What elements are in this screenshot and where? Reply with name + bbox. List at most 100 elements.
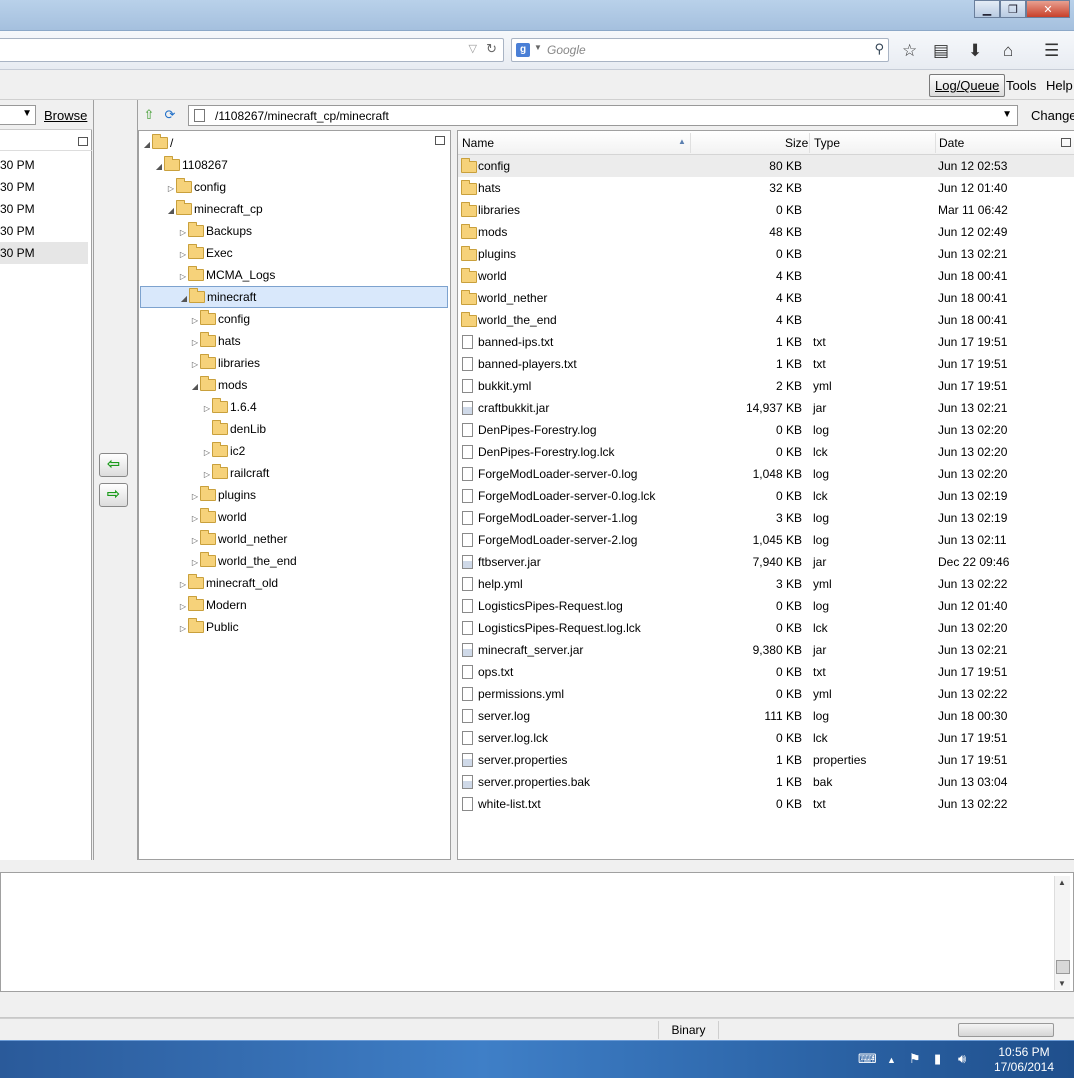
tree-item[interactable]: ▷ 1.6.4 xyxy=(202,396,257,418)
change-button[interactable]: Change xyxy=(1031,108,1074,123)
table-row[interactable]: minecraft_server.jar 9,380 KB jar Jun 13 02… xyxy=(458,639,1074,661)
expanded-arrow-icon[interactable]: ◢ xyxy=(166,200,176,222)
table-row[interactable]: hats 32 KB Jun 12 01:40 xyxy=(458,177,1074,199)
table-row[interactable]: permissions.yml 0 KB yml Jun 13 02:22 xyxy=(458,683,1074,705)
table-row[interactable]: server.log 111 KB log Jun 18 00:30 xyxy=(458,705,1074,727)
tree-item[interactable]: denLib xyxy=(202,418,266,440)
collapsed-arrow-icon[interactable]: ▷ xyxy=(190,354,200,376)
column-type[interactable]: Type xyxy=(814,136,840,150)
close-button[interactable]: ✕ xyxy=(1026,0,1070,18)
table-row[interactable]: help.yml 3 KB yml Jun 13 02:22 xyxy=(458,573,1074,595)
column-date[interactable]: Date xyxy=(939,136,964,150)
tree-item[interactable]: ▷ libraries xyxy=(190,352,260,374)
tree-item[interactable]: ▷ config xyxy=(190,308,250,330)
list-item[interactable]: 30 PM xyxy=(0,220,88,242)
column-menu-icon[interactable] xyxy=(435,136,445,145)
tree-item[interactable]: ▷ world_the_end xyxy=(190,550,297,572)
bookmarks-list-icon[interactable]: ▤ xyxy=(933,41,949,61)
column-name[interactable]: Name xyxy=(462,136,494,150)
reload-icon[interactable]: ↻ xyxy=(486,41,497,57)
chevron-down-icon[interactable]: ▼ xyxy=(534,43,542,52)
queue-splitter[interactable] xyxy=(0,860,1074,872)
expanded-arrow-icon[interactable]: ◢ xyxy=(190,376,200,398)
scrollbar-thumb[interactable] xyxy=(1056,960,1070,974)
table-row[interactable]: config 80 KB Jun 12 02:53 xyxy=(458,155,1074,177)
collapsed-arrow-icon[interactable]: ▷ xyxy=(190,332,200,354)
menu-tools[interactable]: Tools xyxy=(1006,78,1036,93)
collapsed-arrow-icon[interactable]: ▷ xyxy=(178,574,188,596)
table-row[interactable]: mods 48 KB Jun 12 02:49 xyxy=(458,221,1074,243)
tree-item[interactable]: ▷ MCMA_Logs xyxy=(178,264,275,286)
maximize-button[interactable]: ❐ xyxy=(1000,0,1026,18)
address-bar[interactable]: ▽ ↻ xyxy=(0,38,504,62)
list-item[interactable]: 30 PM xyxy=(0,242,88,264)
tree-item[interactable]: ▷ Backups xyxy=(178,220,252,242)
tree-item[interactable]: ◢ 1108267 xyxy=(154,154,228,176)
table-row[interactable]: libraries 0 KB Mar 11 06:42 xyxy=(458,199,1074,221)
browse-button[interactable]: Browse xyxy=(44,108,87,123)
tree-item[interactable]: ◢ minecraft_cp xyxy=(166,198,263,220)
bookmark-star-icon[interactable]: ☆ xyxy=(902,41,917,61)
table-row[interactable]: server.properties 1 KB properties Jun 17 19… xyxy=(458,749,1074,771)
search-bar[interactable]: g ▼ Google ⚲ xyxy=(511,38,889,62)
collapsed-arrow-icon[interactable]: ▷ xyxy=(178,596,188,618)
network-icon[interactable]: ▮ xyxy=(934,1051,941,1067)
table-row[interactable]: plugins 0 KB Jun 13 02:21 xyxy=(458,243,1074,265)
table-row[interactable]: DenPipes-Forestry.log 0 KB log Jun 13 02:20 xyxy=(458,419,1074,441)
collapsed-arrow-icon[interactable]: ▷ xyxy=(166,178,176,200)
table-row[interactable]: white-list.txt 0 KB txt Jun 13 02:22 xyxy=(458,793,1074,815)
keyboard-icon[interactable]: ⌨ xyxy=(858,1051,877,1067)
table-row[interactable]: server.properties.bak 1 KB bak Jun 13 03:04 xyxy=(458,771,1074,793)
collapsed-arrow-icon[interactable]: ▷ xyxy=(202,442,212,464)
tree-item[interactable]: ◢ mods xyxy=(190,374,247,396)
list-item[interactable]: 30 PM xyxy=(0,198,88,220)
table-row[interactable]: LogisticsPipes-Request.log.lck 0 KB lck Jun… xyxy=(458,617,1074,639)
table-row[interactable]: world_nether 4 KB Jun 18 00:41 xyxy=(458,287,1074,309)
collapsed-arrow-icon[interactable]: ▷ xyxy=(190,486,200,508)
list-item[interactable]: 30 PM xyxy=(0,176,88,198)
expanded-arrow-icon[interactable]: ◢ xyxy=(154,156,164,178)
parent-directory-icon[interactable]: ⇧ xyxy=(141,107,157,123)
collapsed-arrow-icon[interactable]: ▷ xyxy=(190,530,200,552)
menu-log-queue[interactable]: Log/Queue xyxy=(929,74,1006,97)
tree-item[interactable]: ▷ Modern xyxy=(178,594,247,616)
menu-help[interactable]: Help xyxy=(1046,78,1073,93)
minimize-button[interactable]: ▁ xyxy=(974,0,1000,18)
action-center-icon[interactable]: ⚑ xyxy=(909,1051,921,1067)
taskbar-clock[interactable]: 10:56 PM 17/06/2014 xyxy=(990,1045,1058,1075)
list-item[interactable]: 30 PM xyxy=(0,154,88,176)
queue-scrollbar[interactable]: ▲ ▼ xyxy=(1054,876,1070,990)
collapsed-arrow-icon[interactable]: ▷ xyxy=(202,398,212,420)
table-row[interactable]: server.log.lck 0 KB lck Jun 17 19:51 xyxy=(458,727,1074,749)
table-row[interactable]: ForgeModLoader-server-2.log 1,045 KB log Ju… xyxy=(458,529,1074,551)
table-row[interactable]: DenPipes-Forestry.log.lck 0 KB lck Jun 13 0… xyxy=(458,441,1074,463)
tree-item[interactable]: ▷ minecraft_old xyxy=(178,572,278,594)
download-arrow-button[interactable]: ⇦ xyxy=(99,453,128,477)
tree-item[interactable]: ▷ plugins xyxy=(190,484,256,506)
scroll-down-icon[interactable]: ▼ xyxy=(1058,979,1066,988)
remote-path-input[interactable]: /1108267/minecraft_cp/minecraft ▼ xyxy=(188,105,1018,126)
table-row[interactable]: world 4 KB Jun 18 00:41 xyxy=(458,265,1074,287)
table-row[interactable]: ForgeModLoader-server-1.log 3 KB log Jun 13… xyxy=(458,507,1074,529)
collapsed-arrow-icon[interactable]: ▷ xyxy=(190,508,200,530)
search-engine-icon[interactable]: g xyxy=(516,43,530,57)
table-row[interactable]: banned-ips.txt 1 KB txt Jun 17 19:51 xyxy=(458,331,1074,353)
table-row[interactable]: banned-players.txt 1 KB txt Jun 17 19:51 xyxy=(458,353,1074,375)
table-row[interactable]: world_the_end 4 KB Jun 18 00:41 xyxy=(458,309,1074,331)
table-row[interactable]: ftbserver.jar 7,940 KB jar Dec 22 09:46 xyxy=(458,551,1074,573)
volume-icon[interactable]: 🔊︎ xyxy=(958,1051,966,1067)
collapsed-arrow-icon[interactable]: ▷ xyxy=(178,266,188,288)
show-hidden-icons[interactable]: ▲ xyxy=(887,1055,896,1065)
search-icon[interactable]: ⚲ xyxy=(874,41,884,57)
download-icon[interactable]: ⬇ xyxy=(968,41,982,61)
table-row[interactable]: LogisticsPipes-Request.log 0 KB log Jun 12 … xyxy=(458,595,1074,617)
table-row[interactable]: bukkit.yml 2 KB yml Jun 17 19:51 xyxy=(458,375,1074,397)
column-size[interactable]: Size xyxy=(785,136,808,150)
upload-arrow-button[interactable]: ⇨ xyxy=(99,483,128,507)
collapsed-arrow-icon[interactable]: ▷ xyxy=(178,222,188,244)
tree-item[interactable]: ▷ ic2 xyxy=(202,440,245,462)
tree-item[interactable]: ▷ Exec xyxy=(178,242,233,264)
tree-item[interactable]: ▷ Public xyxy=(178,616,239,638)
collapsed-arrow-icon[interactable]: ▷ xyxy=(178,244,188,266)
menu-icon[interactable]: ☰ xyxy=(1044,41,1059,61)
